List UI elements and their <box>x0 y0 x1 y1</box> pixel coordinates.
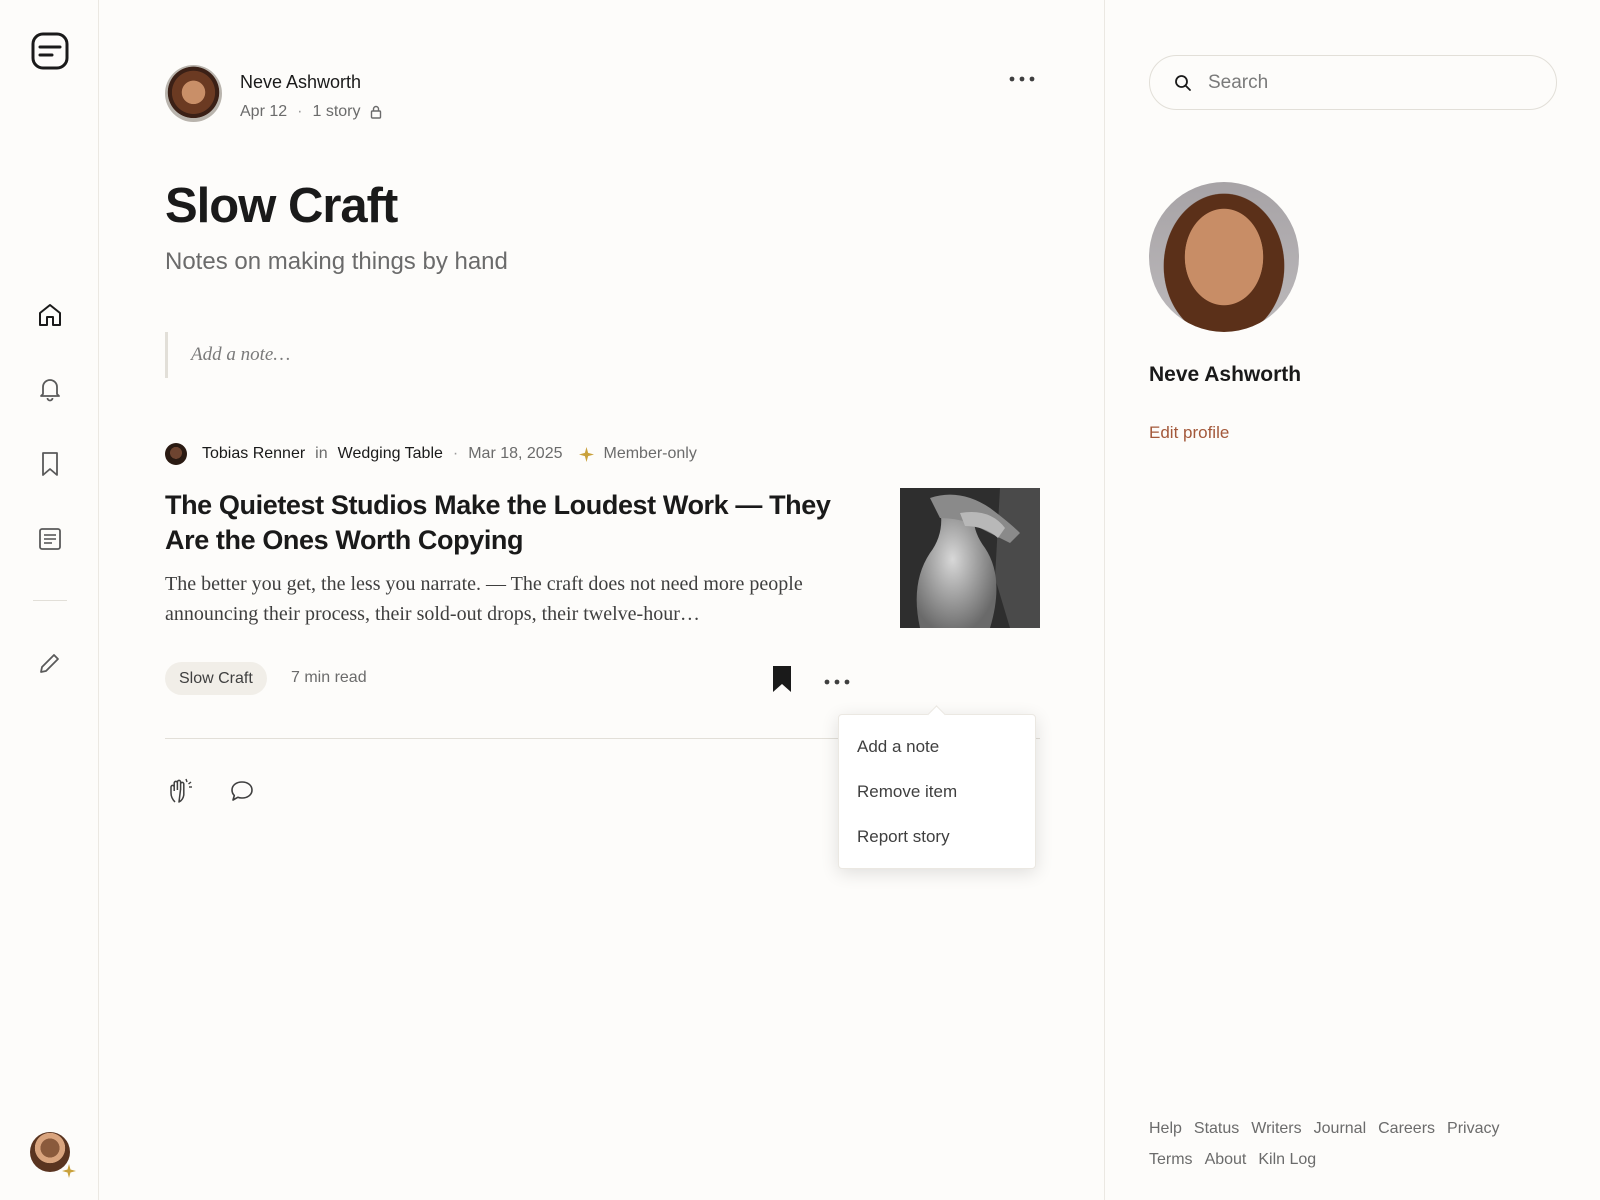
right-sidebar: Neve Ashworth Edit profile Help Status Wri… <box>1106 0 1600 1200</box>
story-meta: Tobias Renner in Wedging Table · Mar 18,… <box>165 443 697 465</box>
member-only-label: Member-only <box>603 445 697 462</box>
meta-separator: · <box>452 445 459 462</box>
footer-links: Help Status Writers Journal Careers Privacy T… <box>1149 1113 1569 1175</box>
story-author[interactable]: Tobias Renner <box>202 445 305 463</box>
list-meta: Apr 12 · 1 story <box>240 103 382 121</box>
footer-link-privacy[interactable]: Privacy <box>1447 1120 1499 1137</box>
story-excerpt[interactable]: The better you get, the less you narrate… <box>165 569 845 629</box>
bookmark-icon[interactable] <box>37 451 63 482</box>
search-icon <box>1175 74 1191 91</box>
profile-photo[interactable] <box>1149 182 1299 332</box>
search-input[interactable] <box>1208 71 1528 94</box>
menu-item-remove[interactable]: Remove item <box>857 782 957 802</box>
meta-separator: · <box>297 103 303 120</box>
sparkle-icon <box>62 1164 76 1178</box>
list-author-avatar[interactable] <box>165 65 222 122</box>
list-subtitle: Notes on making things by hand <box>165 248 508 275</box>
story-publication[interactable]: Wedging Table <box>338 445 443 463</box>
lock-icon <box>371 105 382 119</box>
edit-profile-link[interactable]: Edit profile <box>1149 423 1229 443</box>
list-title: Slow Craft <box>165 179 398 233</box>
story-author-avatar[interactable] <box>165 443 187 465</box>
list-date: Apr 12 <box>240 103 288 120</box>
profile-name[interactable]: Neve Ashworth <box>1149 363 1301 387</box>
menu-item-report[interactable]: Report story <box>857 827 950 847</box>
rail-separator <box>33 600 67 601</box>
left-rail <box>0 0 99 1200</box>
logo-icon[interactable] <box>30 31 70 76</box>
footer-link-help[interactable]: Help <box>1149 1120 1182 1137</box>
read-time: 7 min read <box>291 669 367 686</box>
story-options-menu: Add a note Remove item Report story <box>838 714 1036 869</box>
story-tag[interactable]: Slow Craft <box>165 662 267 695</box>
menu-item-add-note[interactable]: Add a note <box>857 737 939 757</box>
story-date: Mar 18, 2025 <box>468 445 563 462</box>
story-in-label: in <box>315 445 328 462</box>
home-icon[interactable] <box>37 302 63 333</box>
story-more-icon[interactable] <box>823 673 851 691</box>
list-more-icon[interactable] <box>1008 70 1036 88</box>
story-thumbnail[interactable] <box>900 488 1040 628</box>
story-title[interactable]: The Quietest Studios Make the Loudest Wo… <box>165 488 855 558</box>
list-author-name[interactable]: Neve Ashworth <box>240 72 361 93</box>
bookmark-saved-icon[interactable] <box>771 665 793 698</box>
comment-icon[interactable] <box>229 779 255 808</box>
footer-link-careers[interactable]: Careers <box>1378 1120 1435 1137</box>
footer-link-journal[interactable]: Journal <box>1314 1120 1366 1137</box>
bell-icon[interactable] <box>37 376 63 407</box>
footer-link-writers[interactable]: Writers <box>1251 1120 1301 1137</box>
main-column: Neve Ashworth Apr 12 · 1 story Slow Craf… <box>99 0 1105 1200</box>
account-avatar[interactable] <box>30 1132 76 1178</box>
footer-link-about[interactable]: About <box>1205 1151 1247 1168</box>
search-box[interactable] <box>1149 55 1557 110</box>
list-story-count: 1 story <box>312 103 361 120</box>
pencil-icon[interactable] <box>37 650 63 681</box>
footer-link-terms[interactable]: Terms <box>1149 1151 1193 1168</box>
footer-link-status[interactable]: Status <box>1194 1120 1239 1137</box>
add-note-field[interactable]: Add a note… <box>165 332 665 378</box>
clap-icon[interactable] <box>167 776 195 809</box>
footer-link-kiln-log[interactable]: Kiln Log <box>1258 1151 1316 1168</box>
member-star-icon <box>578 446 594 462</box>
stories-icon[interactable] <box>37 526 63 557</box>
